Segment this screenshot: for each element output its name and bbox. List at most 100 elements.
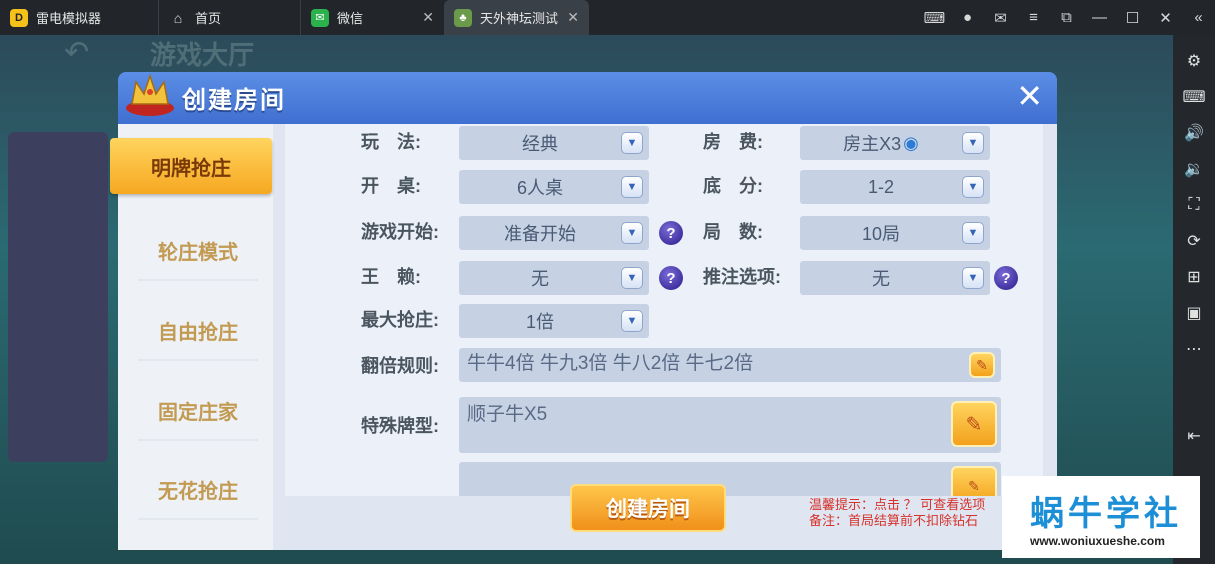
close-dialog-icon[interactable]: ✕	[1016, 80, 1043, 112]
tip-note: 备注：首局结算前不扣除钻石	[809, 513, 979, 528]
mode-item-mingpai[interactable]: 明牌抢庄	[110, 138, 272, 194]
volume-up-icon[interactable]: 🔊	[1173, 115, 1215, 151]
tab-game-label: 天外神坛测试	[480, 11, 559, 26]
divider	[138, 359, 258, 361]
divider	[138, 279, 258, 281]
more-icon[interactable]: ⋯	[1173, 331, 1215, 367]
start-select[interactable]: 准备开始 ▼	[459, 216, 649, 250]
app-name: 雷电模拟器	[36, 11, 102, 26]
wild-value: 无	[531, 269, 549, 289]
mode-item-ziyou[interactable]: 自由抢庄	[128, 302, 268, 358]
edit-pin-icon[interactable]: ✎	[951, 466, 997, 496]
bet-option-label: 推注选项:	[703, 267, 781, 287]
chevron-down-icon[interactable]: ▼	[962, 132, 984, 154]
app-tab[interactable]: D 雷电模拟器	[0, 0, 158, 35]
back-arrow-icon[interactable]: ↶	[64, 35, 89, 70]
tab-wechat[interactable]: ✉ 微信 ✕	[300, 0, 444, 35]
table-select[interactable]: 6人桌 ▼	[459, 170, 649, 204]
double-rule-value: 牛牛4倍 牛九3倍 牛八2倍 牛七2倍	[467, 353, 754, 374]
close-tab-icon[interactable]: ✕	[422, 9, 434, 26]
close-tab-icon[interactable]: ✕	[567, 9, 579, 26]
start-value: 准备开始	[504, 224, 576, 244]
wild-label: 王 赖:	[361, 267, 421, 287]
chevron-down-icon[interactable]: ▼	[621, 222, 643, 244]
collapse-sidebar-icon[interactable]: «	[1182, 9, 1215, 26]
edit-pin-icon[interactable]: ✎	[969, 352, 995, 378]
double-rule-field[interactable]: 牛牛4倍 牛九3倍 牛八2倍 牛七2倍	[459, 348, 1001, 382]
mode-label: 无花抢庄	[158, 480, 238, 503]
play-select[interactable]: 经典 ▼	[459, 126, 649, 160]
chevron-down-icon[interactable]: ▼	[962, 267, 984, 289]
dialog-body: 明牌抢庄 轮庄模式 自由抢庄 固定庄家 无花抢庄 玩 法: 经典 ▼ 房 费: 房…	[110, 124, 1057, 550]
keyboard-icon[interactable]: ⌨	[1173, 79, 1215, 115]
dialog-title: 创建房间	[182, 87, 286, 114]
create-room-dialog: 创建房间 ✕ 明牌抢庄 轮庄模式 自由抢庄 固定庄家 无花抢庄 玩 法: 经典 ▼…	[110, 72, 1057, 550]
window-controls: ⌨ ● ✉ ≡ ⧉ — ☐ ✕ «	[918, 0, 1215, 35]
mode-item-lunzhuang[interactable]: 轮庄模式	[128, 222, 268, 278]
emulator-logo-icon: D	[10, 8, 28, 27]
menu-icon[interactable]: ≡	[1017, 9, 1050, 26]
maximize-icon[interactable]: ☐	[1116, 9, 1149, 27]
bet-option-select[interactable]: 无 ▼	[800, 261, 990, 295]
fullscreen-icon[interactable]: ⛶	[1173, 187, 1215, 223]
double-rule-label: 翻倍规则:	[361, 356, 439, 376]
home-icon: ⌂	[173, 9, 183, 26]
edit-pin-icon[interactable]: ✎	[951, 401, 997, 447]
chevron-down-icon[interactable]: ▼	[621, 310, 643, 332]
rotate-icon[interactable]: ⟳	[1173, 223, 1215, 259]
options-panel: 玩 法: 经典 ▼ 房 费: 房主X3 ◉ ▼ 开 桌: 6人桌 ▼ 底 分: 1-2 ▼…	[285, 124, 1043, 496]
mode-label: 明牌抢庄	[151, 157, 231, 180]
play-label: 玩 法:	[361, 132, 421, 152]
help-icon[interactable]: ?	[659, 221, 683, 245]
watermark-brand: 蜗牛学社	[1030, 495, 1182, 533]
tab-game[interactable]: ♣ 天外神坛测试 ✕	[444, 0, 589, 35]
tab-home[interactable]: ⌂ 首页	[158, 0, 300, 35]
chevron-down-icon[interactable]: ▼	[962, 222, 984, 244]
mode-label: 自由抢庄	[158, 321, 238, 344]
gamepad-icon[interactable]: ⌨	[918, 9, 951, 27]
emulator-titlebar: D 雷电模拟器 ⌂ 首页 ✉ 微信 ✕ ♣ 天外神坛测试 ✕ ⌨ ● ✉ ≡ ⧉…	[0, 0, 1215, 35]
minimize-icon[interactable]: —	[1083, 9, 1116, 26]
apk-icon[interactable]: ▣	[1173, 295, 1215, 331]
special-label: 特殊牌型:	[361, 416, 439, 436]
close-icon[interactable]: ✕	[1149, 9, 1182, 27]
volume-down-icon[interactable]: 🔉	[1173, 151, 1215, 187]
user-icon[interactable]: ●	[951, 9, 984, 26]
wild-select[interactable]: 无 ▼	[459, 261, 649, 295]
help-icon[interactable]: ?	[994, 266, 1018, 290]
fee-select[interactable]: 房主X3 ◉ ▼	[800, 126, 990, 160]
add-icon[interactable]: ⊞	[1173, 259, 1215, 295]
rounds-select[interactable]: 10局 ▼	[800, 216, 990, 250]
start-label: 游戏开始:	[361, 222, 439, 242]
chevron-down-icon[interactable]: ▼	[621, 176, 643, 198]
mode-item-wuhua[interactable]: 无花抢庄	[128, 461, 268, 517]
special-field[interactable]: 顺子牛X5	[459, 397, 1001, 453]
chevron-down-icon[interactable]: ▼	[621, 132, 643, 154]
mode-item-guding[interactable]: 固定庄家	[128, 382, 268, 438]
base-select[interactable]: 1-2 ▼	[800, 170, 990, 204]
popout-icon[interactable]: ⧉	[1050, 9, 1083, 26]
extra-option-field[interactable]	[459, 462, 1001, 496]
watermark-url: www.woniuxueshe.com	[1030, 534, 1165, 548]
android-back-icon[interactable]: ⇤	[1173, 418, 1215, 454]
bet-option-value: 无	[872, 269, 890, 289]
rounds-value: 10局	[861, 224, 901, 244]
create-room-button[interactable]: 创建房间	[570, 484, 726, 532]
background-card	[8, 132, 108, 462]
chevron-down-icon[interactable]: ▼	[962, 176, 984, 198]
divider	[138, 439, 258, 441]
max-banker-label: 最大抢庄:	[361, 310, 439, 330]
max-banker-select[interactable]: 1倍 ▼	[459, 304, 649, 338]
settings-icon[interactable]: ⚙	[1173, 43, 1215, 79]
dialog-header: 创建房间 ✕	[118, 72, 1057, 124]
base-label: 底 分:	[703, 176, 763, 196]
help-icon[interactable]: ?	[659, 266, 683, 290]
hall-title: 游戏大厅	[150, 40, 255, 70]
chevron-down-icon[interactable]: ▼	[621, 267, 643, 289]
table-label: 开 桌:	[361, 176, 421, 196]
mail-icon[interactable]: ✉	[984, 9, 1017, 27]
mode-label: 固定庄家	[158, 401, 238, 424]
tab-home-label: 首页	[195, 11, 222, 26]
play-value: 经典	[522, 134, 558, 154]
mode-list: 明牌抢庄 轮庄模式 自由抢庄 固定庄家 无花抢庄	[110, 124, 273, 550]
